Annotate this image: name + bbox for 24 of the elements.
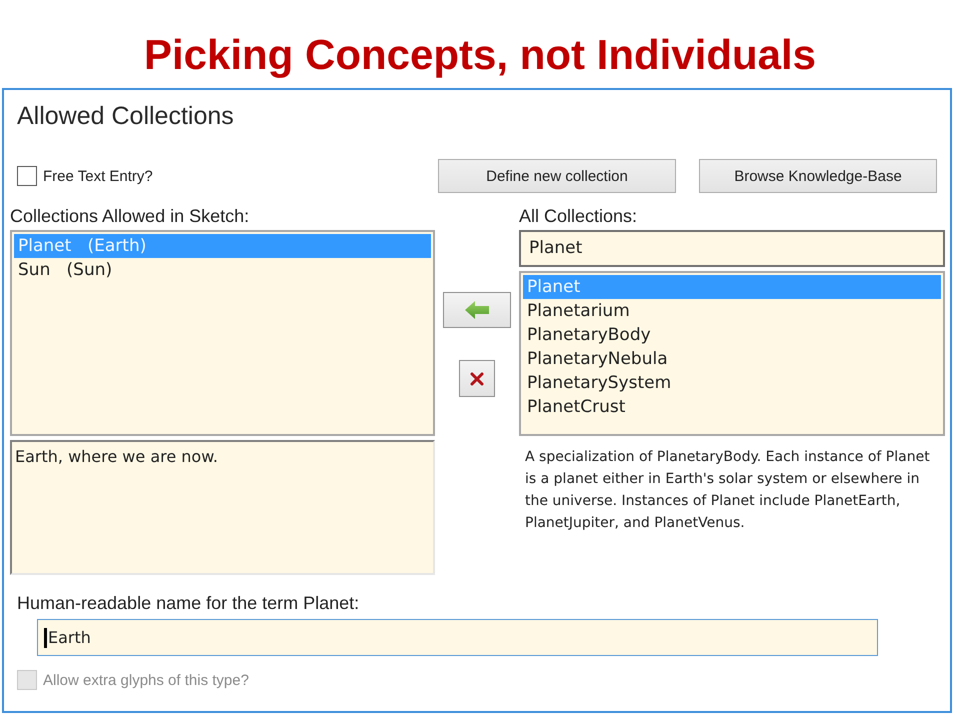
cross-icon bbox=[470, 372, 484, 386]
name-input[interactable]: Earth bbox=[37, 619, 878, 656]
dialog-button[interactable]: Browse Knowledge-Base bbox=[699, 159, 937, 193]
list-label: All Collections: bbox=[519, 205, 638, 227]
left-arrow-icon bbox=[464, 300, 490, 320]
dialog-button[interactable]: Define new collection bbox=[438, 159, 676, 193]
slide-title: Picking Concepts, not Individuals bbox=[142, 30, 818, 80]
checkbox-label: Allow extra glyphs of this type? bbox=[43, 672, 249, 688]
field-label: Human-readable name for the term Planet: bbox=[16, 593, 360, 614]
list-item[interactable]: PlanetCrust bbox=[523, 395, 941, 419]
description-field[interactable]: Earth, where we are now. bbox=[10, 440, 435, 575]
list-item[interactable]: PlanetaryBody bbox=[523, 323, 941, 347]
list-label: Collections Allowed in Sketch: bbox=[10, 205, 250, 227]
remove-button[interactable] bbox=[459, 360, 495, 397]
list-item[interactable]: Planetarium bbox=[523, 299, 941, 323]
list-item[interactable]: Sun (Sun) bbox=[14, 258, 431, 282]
list-item[interactable]: PlanetarySystem bbox=[523, 371, 941, 395]
dialog-title: Allowed Collections bbox=[16, 101, 235, 132]
checkbox-label: Free Text Entry? bbox=[43, 168, 153, 184]
list-item[interactable]: PlanetaryNebula bbox=[523, 347, 941, 371]
definition-text: A specialization of PlanetaryBody. Each instance of Planet is a planet either in Earth's solar system or elsewhere in the universe. Instances of Planet include PlanetEarth, PlanetJupiter, and PlanetVenus. bbox=[525, 448, 931, 533]
search-field[interactable]: Planet bbox=[519, 230, 945, 267]
add-button[interactable] bbox=[443, 292, 511, 328]
checkbox[interactable] bbox=[17, 166, 37, 186]
